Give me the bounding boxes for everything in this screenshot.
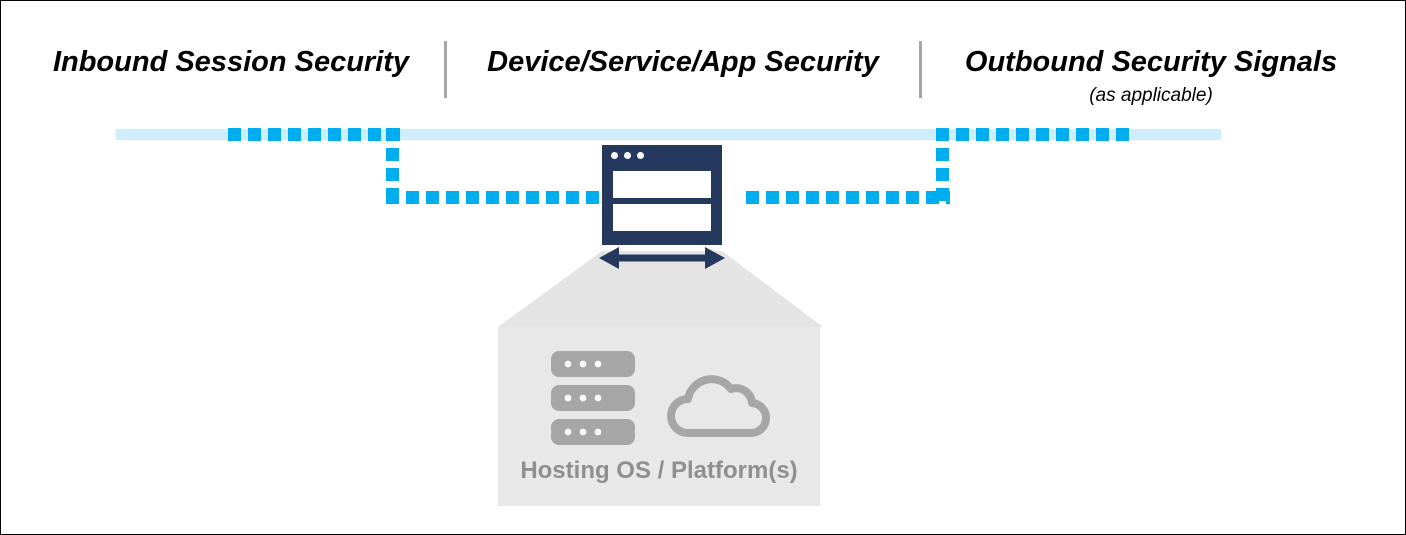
application-window-icon	[602, 145, 722, 245]
inbound-dotted-segment-horizontal-bottom	[386, 191, 602, 204]
header-inbound-session-security: Inbound Session Security	[52, 46, 410, 78]
window-dot-icon-2	[624, 152, 631, 159]
app-to-platform-arrow-icon	[599, 247, 725, 269]
hosting-platform-label: Hosting OS / Platform(s)	[520, 457, 798, 484]
outbound-dotted-segment-horizontal-top	[936, 128, 1136, 141]
header-divider-left	[444, 41, 447, 98]
window-content-pane-1	[613, 171, 711, 198]
window-content-pane-2	[613, 204, 711, 231]
header-outbound-subtitle: (as applicable)	[1089, 85, 1213, 106]
diagram-canvas: Inbound Session Security Device/Service/…	[0, 0, 1406, 535]
cloud-icon	[667, 375, 771, 437]
window-dot-icon-1	[611, 152, 618, 159]
hosting-platform-box: Hosting OS / Platform(s)	[498, 327, 820, 506]
window-title-bar	[602, 145, 722, 165]
inbound-dotted-segment-horizontal-top	[228, 128, 400, 141]
header-divider-right	[919, 41, 922, 98]
outbound-dotted-segment-horizontal-bottom	[746, 191, 950, 204]
header-outbound-security-signals: Outbound Security Signals	[964, 46, 1338, 78]
window-dot-icon-3	[637, 152, 644, 159]
header-device-service-app-security: Device/Service/App Security	[487, 46, 879, 78]
server-stack-icon	[551, 351, 635, 445]
